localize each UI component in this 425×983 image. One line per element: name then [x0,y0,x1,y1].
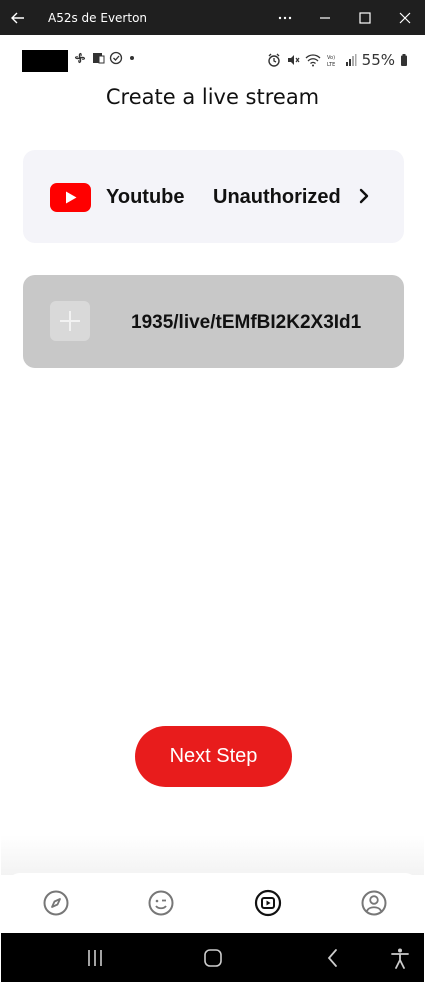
svg-text:Vo): Vo) [327,55,335,61]
maximize-icon[interactable] [345,0,385,35]
window-title: A52s de Everton [48,10,148,25]
home-icon[interactable] [201,947,225,969]
notification-dot-icon [130,56,134,60]
mute-icon [287,55,300,65]
phone-screen: Vo) LTE 55% Create a live stream Youtube … [1,35,424,982]
next-step-button[interactable]: Next Step [135,726,292,787]
back-arrow-icon[interactable] [0,0,36,35]
live-icon[interactable] [254,889,282,917]
add-icon[interactable] [50,301,90,341]
chevron-right-icon [359,188,369,204]
youtube-platform-name: Youtube [106,186,185,208]
custom-rtmp-card[interactable]: 1935/live/tEMfBI2K2X3Id1 [23,275,404,368]
bottom-fade [1,835,424,875]
youtube-logo-icon [50,183,91,212]
minimize-icon[interactable] [305,0,345,35]
screen-cast-icon [93,53,105,64]
compass-icon[interactable] [42,889,70,917]
fan-icon [74,52,86,64]
alarm-icon [267,53,280,67]
check-circle-icon [109,51,123,65]
battery-percentage: 55% [361,51,395,69]
face-icon[interactable] [147,889,175,917]
svg-text:LTE: LTE [327,62,335,67]
back-icon[interactable] [321,947,345,969]
page-title: Create a live stream [105,85,320,109]
youtube-platform-card[interactable]: Youtube Unauthorized [23,150,404,243]
accessibility-icon[interactable] [388,947,412,969]
bottom-navigation [6,873,419,933]
signal-icon [345,54,357,66]
rtmp-url-text: 1935/live/tEMfBI2K2X3Id1 [131,312,362,333]
authorization-status: Unauthorized [213,186,341,208]
status-left-icons [73,51,137,65]
status-bar: Vo) LTE 55% [1,47,424,73]
wifi-icon [305,54,321,67]
status-right-icons: Vo) LTE 55% [267,51,408,69]
recents-icon[interactable] [83,947,107,969]
android-navigation-bar [1,933,424,982]
close-icon[interactable] [385,0,425,35]
profile-icon[interactable] [360,889,388,917]
redacted-clock [22,50,68,72]
window-title-bar: A52s de Everton [0,0,425,35]
volte-icon: Vo)LTE [327,55,335,67]
battery-icon [401,54,407,66]
more-icon[interactable] [265,0,305,35]
